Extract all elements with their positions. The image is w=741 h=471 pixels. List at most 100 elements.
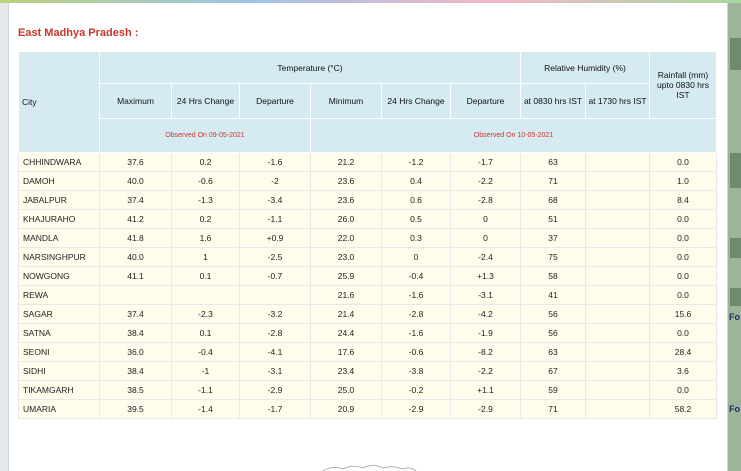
value-cell: 58 <box>520 266 586 286</box>
value-cell <box>171 285 240 305</box>
value-cell: 0 <box>381 247 451 267</box>
value-cell: 59 <box>520 380 586 400</box>
value-cell <box>585 171 650 191</box>
value-cell: 1.6 <box>171 228 240 248</box>
value-cell: 56 <box>520 304 586 324</box>
value-cell: 0.2 <box>171 152 240 172</box>
side-link-text[interactable]: Fo <box>729 312 740 322</box>
value-cell: 0.0 <box>649 323 717 343</box>
value-cell: 0.0 <box>649 209 717 229</box>
value-cell: 41 <box>520 285 586 305</box>
city-cell: SEONI <box>18 342 100 362</box>
city-cell: SAGAR <box>18 304 100 324</box>
value-cell: -2.2 <box>450 361 521 381</box>
value-cell <box>585 323 650 343</box>
max-24h-change-header: 24 Hrs Change <box>171 83 240 119</box>
value-cell: 20.9 <box>310 399 382 419</box>
value-cell: 63 <box>520 152 586 172</box>
value-cell: -4.2 <box>450 304 521 324</box>
footer-ornament <box>322 465 417 471</box>
value-cell: 51 <box>520 209 586 229</box>
value-cell: -2.4 <box>450 247 521 267</box>
value-cell: 25.9 <box>310 266 382 286</box>
value-cell: -2 <box>239 171 311 191</box>
value-cell: 40.0 <box>99 171 172 191</box>
table-row: CHHINDWARA 37.6 0.2 -1.6 21.2 -1.2 -1.7 63 0.0 <box>18 152 717 172</box>
value-cell <box>585 152 650 172</box>
city-header: City <box>18 51 100 153</box>
value-cell: 41.8 <box>99 228 172 248</box>
value-cell: 15.6 <box>649 304 717 324</box>
value-cell: 1 <box>171 247 240 267</box>
value-cell <box>239 285 311 305</box>
value-cell: -1.6 <box>381 323 451 343</box>
side-band <box>730 238 741 258</box>
table-row: MANDLA 41.8 1.6 +0.9 22.0 0.3 0 37 0.0 <box>18 228 717 248</box>
value-cell: 0.0 <box>649 152 717 172</box>
value-cell: 26.0 <box>310 209 382 229</box>
value-cell: 0.1 <box>171 266 240 286</box>
value-cell: -2.5 <box>239 247 311 267</box>
value-cell: -0.4 <box>171 342 240 362</box>
value-cell: -0.6 <box>171 171 240 191</box>
value-cell: +1.3 <box>450 266 521 286</box>
value-cell <box>99 285 172 305</box>
table-row: UMARIA 39.5 -1.4 -1.7 20.9 -2.9 -2.9 71 58.2 <box>18 399 717 419</box>
value-cell: -0.7 <box>239 266 311 286</box>
value-cell <box>585 209 650 229</box>
value-cell: -2.9 <box>239 380 311 400</box>
left-margin <box>0 3 8 471</box>
right-side-panel: Fo Fo <box>727 3 741 471</box>
observed-date-max: Observed On 09-05-2021 <box>99 118 311 153</box>
value-cell <box>585 304 650 324</box>
observed-date-min: Observed On 10-05-2021 <box>310 118 717 153</box>
value-cell: -2.2 <box>450 171 521 191</box>
value-cell: 40.0 <box>99 247 172 267</box>
city-cell: DAMOH <box>18 171 100 191</box>
value-cell: 0 <box>450 209 521 229</box>
side-band <box>730 288 741 306</box>
value-cell: -3.2 <box>239 304 311 324</box>
value-cell: 0.2 <box>171 209 240 229</box>
value-cell: -3.8 <box>381 361 451 381</box>
city-cell: TIKAMGARH <box>18 380 100 400</box>
value-cell: 21.2 <box>310 152 382 172</box>
min-24h-change-header: 24 Hrs Change <box>381 83 451 119</box>
value-cell: 0.6 <box>381 190 451 210</box>
value-cell: 37 <box>520 228 586 248</box>
city-cell: SIDHI <box>18 361 100 381</box>
value-cell: 0 <box>450 228 521 248</box>
maximum-header: Maximum <box>99 83 172 119</box>
city-cell: KHAJURAHO <box>18 209 100 229</box>
value-cell: -1.6 <box>239 152 311 172</box>
value-cell: -1.7 <box>239 399 311 419</box>
value-cell: -1.3 <box>171 190 240 210</box>
humidity-header: Relative Humidity (%) <box>520 51 650 84</box>
value-cell: 28.4 <box>649 342 717 362</box>
city-cell: REWA <box>18 285 100 305</box>
value-cell: 67 <box>520 361 586 381</box>
value-cell: -1.7 <box>450 152 521 172</box>
value-cell: 37.4 <box>99 190 172 210</box>
value-cell <box>585 342 650 362</box>
value-cell: -0.4 <box>381 266 451 286</box>
value-cell: 22.0 <box>310 228 382 248</box>
value-cell: -1.6 <box>381 285 451 305</box>
rh-0830-header: at 0830 hrs IST <box>520 83 586 119</box>
value-cell: 36.0 <box>99 342 172 362</box>
value-cell: 39.5 <box>99 399 172 419</box>
table-row: SEONI 36.0 -0.4 -4.1 17.6 -0.6 -8.2 63 28.4 <box>18 342 717 362</box>
value-cell: -1.9 <box>450 323 521 343</box>
table-row: TIKAMGARH 38.5 -1.1 -2.9 25.0 -0.2 +1.1 59 0.0 <box>18 380 717 400</box>
value-cell <box>585 266 650 286</box>
max-departure-header: Departure <box>239 83 311 119</box>
value-cell: 37.6 <box>99 152 172 172</box>
minimum-header: Minimum <box>310 83 382 119</box>
value-cell <box>585 247 650 267</box>
table-row: JABALPUR 37.4 -1.3 -3.4 23.6 0.6 -2.8 68 8.4 <box>18 190 717 210</box>
side-link-text[interactable]: Fo <box>729 404 740 414</box>
value-cell: -1.1 <box>171 380 240 400</box>
value-cell: -2.8 <box>381 304 451 324</box>
value-cell: 38.5 <box>99 380 172 400</box>
value-cell: -1.1 <box>239 209 311 229</box>
